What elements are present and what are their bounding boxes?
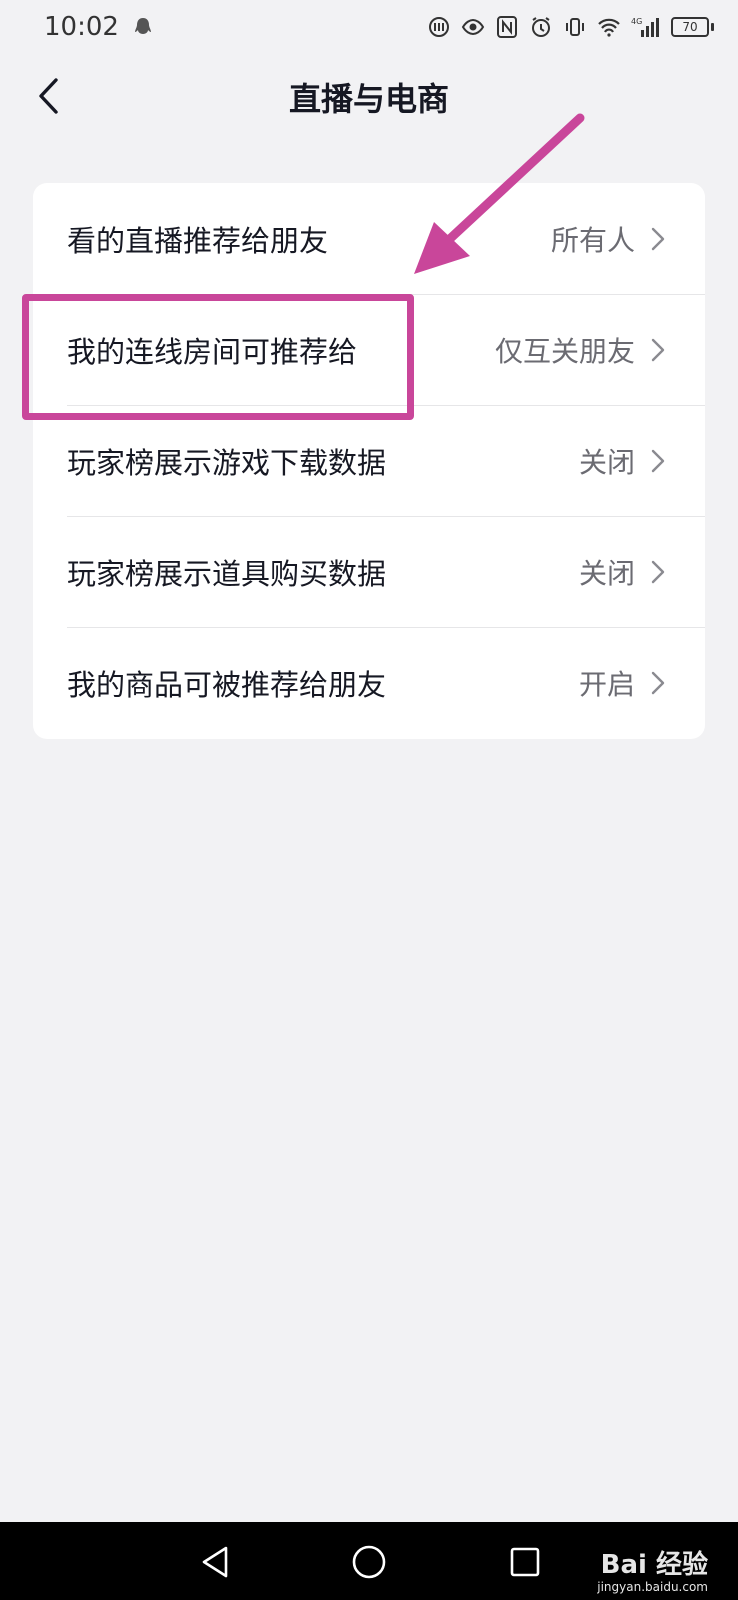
svg-text:4G: 4G [631,17,642,26]
setting-label: 玩家榜展示道具购买数据 [67,556,387,591]
status-left: 10:02 [44,12,155,42]
header: 直播与电商 [0,54,738,150]
setting-label: 我的商品可被推荐给朋友 [67,667,387,702]
setting-label: 玩家榜展示游戏下载数据 [67,445,387,480]
status-right: 4G 70 [427,15,714,39]
nav-recent-button[interactable] [503,1540,547,1584]
setting-value: 关闭 [578,556,635,590]
battery-cap [711,23,714,31]
page-title: 直播与电商 [288,80,449,118]
nfc-icon [495,15,519,39]
settings-card: 看的直播推荐给朋友 所有人 我的连线房间可推荐给 仅互关朋友 玩家榜展示游戏下载… [33,183,705,739]
chevron-right-icon [649,448,667,474]
setting-row-product-recommend[interactable]: 我的商品可被推荐给朋友 开启 [33,627,705,738]
setting-row-game-download[interactable]: 玩家榜展示游戏下载数据 关闭 [33,405,705,516]
setting-value: 关闭 [578,445,635,479]
setting-value: 开启 [578,667,635,701]
setting-row-link-room[interactable]: 我的连线房间可推荐给 仅互关朋友 [33,294,705,405]
nav-back-icon [202,1546,228,1578]
watermark-sub: jingyan.baidu.com [597,1580,708,1594]
vibrate-icon [563,15,587,39]
eye-icon [461,15,485,39]
chevron-right-icon [649,337,667,363]
wifi-icon [597,15,621,39]
chevron-right-icon [649,226,667,252]
setting-value: 仅互关朋友 [494,334,635,368]
battery-level: 70 [671,17,709,37]
nav-home-icon [352,1545,386,1579]
setting-label: 我的连线房间可推荐给 [67,334,358,369]
setting-row-item-purchase[interactable]: 玩家榜展示道具购买数据 关闭 [33,516,705,627]
qq-icon [131,15,155,39]
navigation-bar: Bai 经验 jingyan.baidu.com [0,1522,738,1600]
status-time: 10:02 [44,12,119,42]
setting-value: 所有人 [550,223,635,257]
watermark-main: Bai 经验 [600,1550,708,1580]
nav-recent-icon [510,1547,540,1577]
hd-icon [427,15,451,39]
nav-home-button[interactable] [347,1540,391,1584]
baidu-jingyan-watermark: Bai 经验 jingyan.baidu.com [597,1550,708,1594]
setting-row-live-recommend[interactable]: 看的直播推荐给朋友 所有人 [33,183,705,294]
battery-icon: 70 [671,17,714,37]
alarm-icon [529,15,553,39]
chevron-right-icon [649,559,667,585]
status-bar: 10:02 4G 70 [0,0,738,54]
setting-label: 看的直播推荐给朋友 [67,223,329,258]
nav-back-button[interactable] [193,1540,237,1584]
chevron-right-icon [649,670,667,696]
signal-icon: 4G [631,15,661,39]
